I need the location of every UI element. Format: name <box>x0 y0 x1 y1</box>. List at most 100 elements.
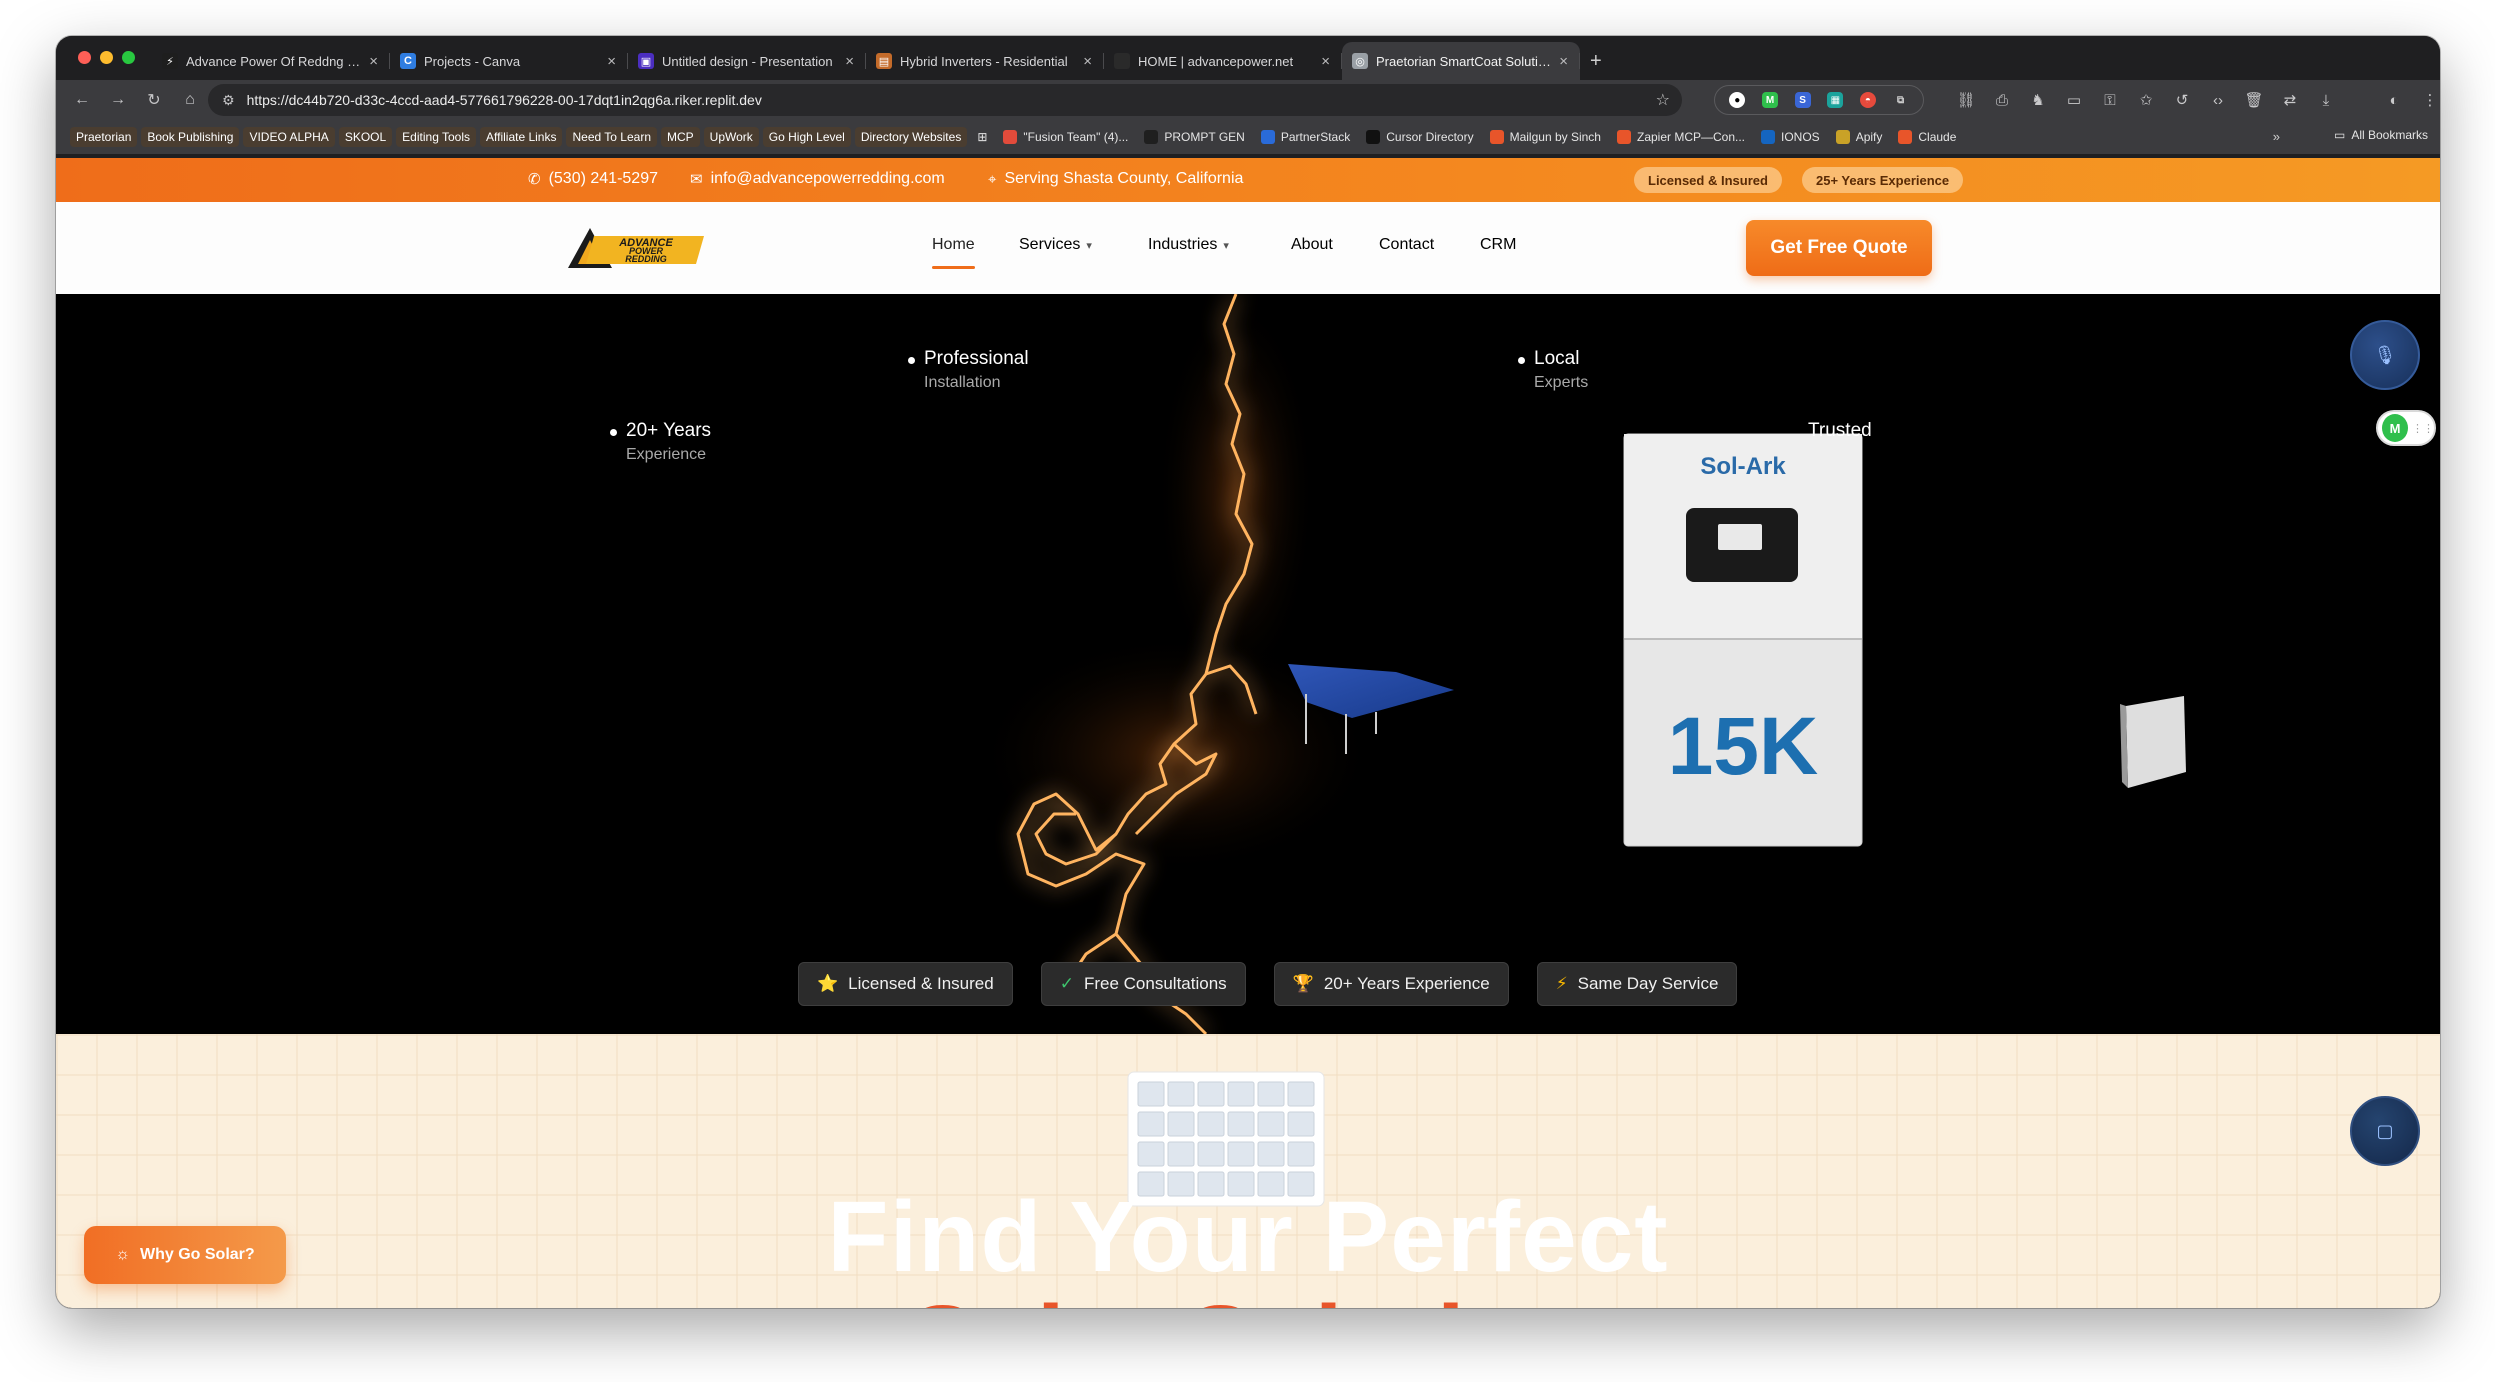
bookmark-label: MCP <box>667 130 694 144</box>
bookmark-item[interactable]: Mailgun by Sinch <box>1484 127 1607 147</box>
bookmark-favicon-icon <box>1489 130 1504 144</box>
badge-label: 20+ Years Experience <box>1323 974 1490 993</box>
drag-handle-icon[interactable]: ⋮⋮ <box>2412 422 2434 435</box>
extension-circle-icon[interactable]: ● <box>1729 92 1746 108</box>
get-free-quote-button[interactable]: Get Free Quote <box>1746 220 1932 276</box>
close-tab-icon[interactable]: × <box>1559 53 1568 70</box>
bookmark-item[interactable]: UpWork <box>703 127 759 147</box>
history-icon[interactable]: ↺ <box>2170 91 2194 109</box>
url-text: https://dc44b720-d33c-4ccd-aad4-57766179… <box>246 92 762 108</box>
link-icon[interactable]: ⛓ <box>1954 91 1978 109</box>
browser-tab[interactable]: C Projects - Canva × <box>390 42 628 80</box>
bookmark-item[interactable]: Apify <box>1830 127 1889 147</box>
close-tab-icon[interactable]: × <box>845 53 854 70</box>
forward-icon[interactable]: → <box>100 91 136 109</box>
battery-graphic <box>2120 696 2186 788</box>
bookmark-item[interactable]: VIDEO ALPHA <box>243 127 335 147</box>
favorites-icon[interactable]: ✩ <box>2134 91 2158 109</box>
bookmark-item[interactable]: Editing Tools <box>396 127 476 147</box>
all-bookmarks-button[interactable]: ▭ All Bookmarks <box>2334 128 2428 142</box>
bookmark-item[interactable]: Praetorian <box>70 127 138 147</box>
sun-icon: ☼ <box>115 1246 130 1263</box>
bookmark-item[interactable]: Cursor Directory <box>1360 127 1479 147</box>
bookmark-item[interactable]: MCP <box>661 127 700 147</box>
more-menu-icon[interactable]: ⋮ <box>2418 91 2440 109</box>
trash-icon[interactable]: 🗑 <box>2242 91 2266 109</box>
browser-tab[interactable]: ▣ Untitled design - Presentation × <box>628 42 866 80</box>
reload-icon[interactable]: ↻ <box>136 90 172 110</box>
nav-services[interactable]: Services ▾ <box>1019 236 1092 254</box>
cast-icon[interactable]: ▭ <box>2062 91 2086 109</box>
section-headline: Find Your Perfect <box>827 1181 1669 1293</box>
email-text: info@advancepowerredding.com <box>710 170 945 187</box>
code-icon[interactable]: ‹› <box>2206 92 2230 109</box>
bookmark-item[interactable]: Directory Websites <box>854 127 968 147</box>
bookmark-item[interactable]: PROMPT GEN <box>1138 127 1250 147</box>
bookmark-item[interactable]: Zapier MCP—Con... <box>1611 127 1751 147</box>
bookmark-item[interactable]: "Fusion Team" (4)... <box>997 127 1134 147</box>
bookmark-item[interactable]: Need To Learn <box>566 127 657 147</box>
bookmark-favicon-icon <box>1898 130 1913 144</box>
browser-tab[interactable]: HOME | advancepower.net × <box>1104 42 1342 80</box>
translate-icon[interactable]: ⇄ <box>2278 91 2302 109</box>
extension-s-icon[interactable]: S <box>1794 92 1811 108</box>
bookmark-item[interactable]: Affiliate Links <box>480 127 563 147</box>
extension-pokeball-icon[interactable]: ◓ <box>1859 92 1876 108</box>
location-text: ⌖ Serving Shasta County, California <box>988 170 1243 188</box>
section-headline-2: Solar Solution <box>56 1284 2440 1308</box>
nav-contact[interactable]: Contact <box>1379 236 1434 254</box>
why-go-solar-button[interactable]: ☼ Why Go Solar? <box>84 1226 286 1284</box>
browser-tab[interactable]: ◎ Praetorian SmartCoat Solution × <box>1342 42 1580 80</box>
screenshot-icon[interactable]: ⎙ <box>1990 92 2014 109</box>
close-tab-icon[interactable]: × <box>1083 53 1092 70</box>
bookmark-item[interactable]: Claude <box>1892 127 1962 147</box>
bookmarks-overflow-icon[interactable]: » <box>2273 129 2280 144</box>
nav-about[interactable]: About <box>1291 236 1333 254</box>
nav-home[interactable]: Home <box>932 236 975 269</box>
browser-tab[interactable]: ⚡ Advance Power Of Reddng | F × <box>152 42 390 80</box>
extension-m-icon[interactable]: M <box>1761 92 1778 108</box>
bookmark-star-icon[interactable]: ☆ <box>1656 90 1670 110</box>
close-tab-icon[interactable]: × <box>607 53 616 70</box>
site-logo[interactable]: ADVANCE POWER REDDING <box>564 224 708 274</box>
extensions-puzzle-icon[interactable]: ⧉ <box>1893 92 1909 108</box>
floating-extension-widget[interactable]: M ⋮⋮ <box>2376 410 2436 446</box>
voice-assistant-button[interactable]: 🎙 <box>2350 320 2420 390</box>
apps-grid-icon[interactable]: ⊞ <box>971 127 993 147</box>
download-icon[interactable]: ⤓ <box>2314 92 2338 109</box>
home-icon[interactable]: ⌂ <box>172 91 208 109</box>
bookmark-item[interactable]: IONOS <box>1755 127 1826 147</box>
email-link[interactable]: ✉ info@advancepowerredding.com <box>690 170 945 188</box>
site-settings-icon[interactable]: ⚙ <box>222 92 235 109</box>
bookmark-item[interactable]: PartnerStack <box>1255 127 1356 147</box>
bookmarks-bar: Praetorian Book Publishing VIDEO ALPHA SKOO… <box>56 120 2440 154</box>
browser-tab[interactable]: ▤ Hybrid Inverters - Residential × <box>866 42 1104 80</box>
bookmark-label: Directory Websites <box>860 130 962 144</box>
hero-section: Sol-Ark 15K Professional Installation Lo… <box>56 294 2440 1034</box>
phone-link[interactable]: ✆ (530) 241-5297 <box>528 170 658 188</box>
extension-grid-icon[interactable]: ▦ <box>1827 92 1844 108</box>
experience-pill: 25+ Years Experience <box>1802 167 1964 193</box>
minimize-window-button[interactable] <box>100 51 113 64</box>
bookmark-item[interactable]: SKOOL <box>338 127 393 147</box>
new-tab-button[interactable]: + <box>1580 42 1612 80</box>
chat-widget-button[interactable]: ▢ <box>2350 1096 2420 1166</box>
tab-list: ⚡ Advance Power Of Reddng | F × C Projects -… <box>152 42 1612 80</box>
bookmark-item[interactable]: Go High Level <box>762 127 851 147</box>
address-bar[interactable]: ⚙ https://dc44b720-d33c-4ccd-aad4-577661… <box>208 84 1682 116</box>
maximize-window-button[interactable] <box>122 51 135 64</box>
profile-avatar-icon[interactable]: ◐ <box>2382 92 2406 109</box>
back-icon[interactable]: ← <box>64 91 100 109</box>
close-tab-icon[interactable]: × <box>1321 53 1330 70</box>
spy-icon[interactable]: ♞ <box>2026 91 2050 109</box>
close-window-button[interactable] <box>78 51 91 64</box>
mail-icon: ✉ <box>690 171 703 188</box>
nav-industries[interactable]: Industries ▾ <box>1148 236 1229 254</box>
close-tab-icon[interactable]: × <box>369 53 378 70</box>
key-icon[interactable]: ⚿ <box>2098 92 2122 109</box>
nav-crm[interactable]: CRM <box>1480 236 1516 254</box>
bookmark-label: PROMPT GEN <box>1164 130 1245 144</box>
bookmark-item[interactable]: Book Publishing <box>141 127 240 147</box>
badge-icon: ⭐ <box>817 974 839 993</box>
bookmark-favicon-icon <box>1761 130 1776 144</box>
